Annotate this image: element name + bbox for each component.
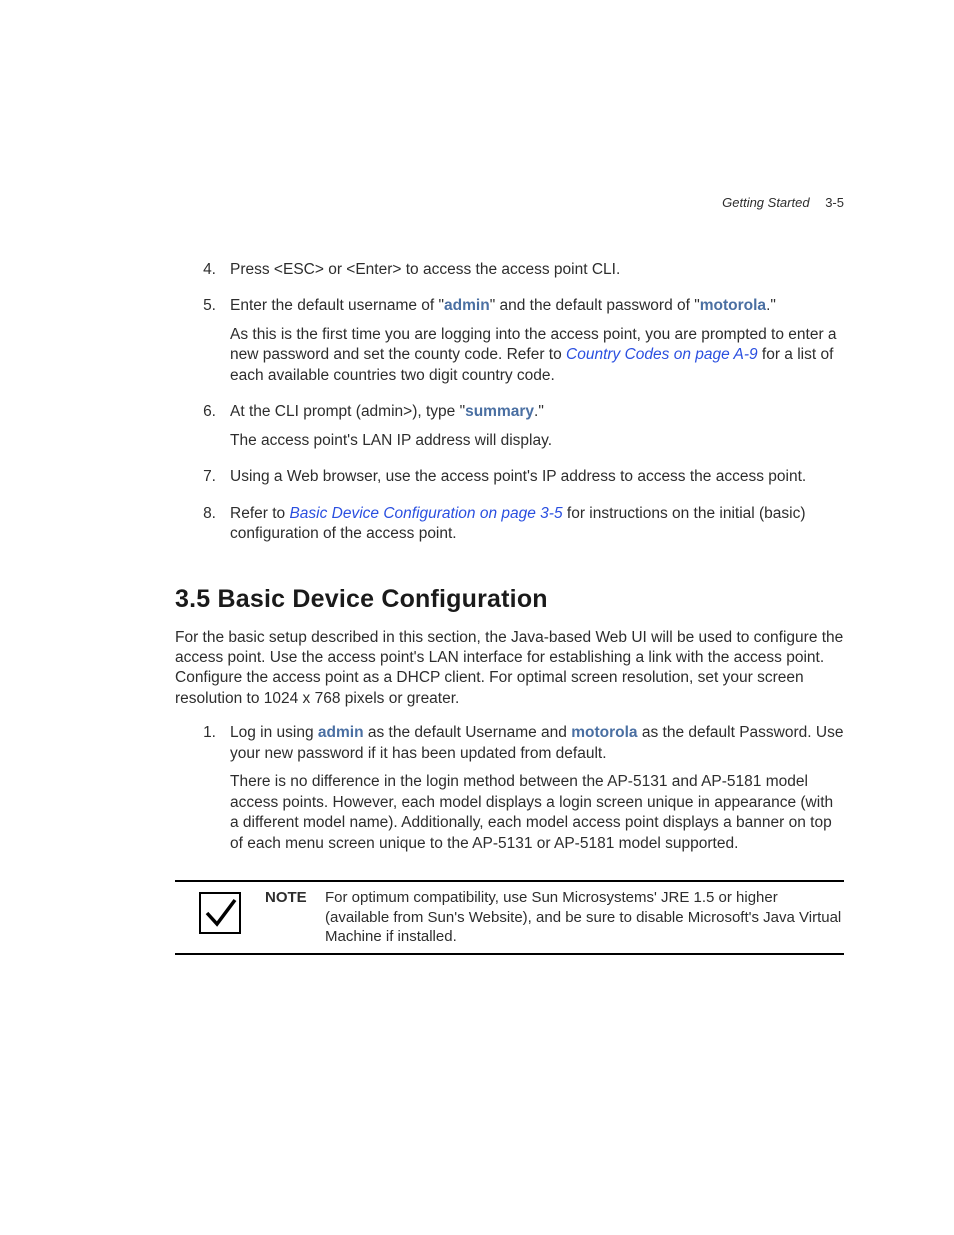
command-text: motorola [700,297,766,314]
list-item: 5.Enter the default username of "admin" … [175,296,844,394]
step-paragraph: There is no difference in the login meth… [230,772,844,854]
text-run: Press <ESC> or <Enter> to access the acc… [230,261,620,278]
note-text: For optimum compatibility, use Sun Micro… [325,886,844,947]
step-body: Enter the default username of "admin" an… [230,296,844,394]
step-paragraph: Refer to Basic Device Configuration on p… [230,504,844,545]
command-text: summary [465,403,534,420]
page-content: 4.Press <ESC> or <Enter> to access the a… [175,260,844,955]
text-run: Using a Web browser, use the access poin… [230,468,806,485]
step-number: 5. [175,296,230,394]
step-number: 7. [175,467,230,495]
page: Getting Started 3-5 4.Press <ESC> or <En… [0,0,954,1235]
text-run: Refer to [230,505,289,522]
checkmark-icon [199,892,241,934]
step-paragraph: As this is the first time you are loggin… [230,325,844,386]
text-run: ." [766,297,776,314]
step-paragraph: At the CLI prompt (admin>), type "summar… [230,402,844,422]
procedure-steps-continued: 4.Press <ESC> or <Enter> to access the a… [175,260,844,553]
text-run: Log in using [230,724,318,741]
step-number: 4. [175,260,230,288]
text-run: Enter the default username of " [230,297,444,314]
note-box: NOTE For optimum compatibility, use Sun … [175,880,844,955]
command-text: admin [318,724,364,741]
command-text: admin [444,297,490,314]
step-paragraph: Enter the default username of "admin" an… [230,296,844,316]
step-number: 8. [175,504,230,553]
step-paragraph: The access point's LAN IP address will d… [230,431,844,451]
text-run: At the CLI prompt (admin>), type " [230,403,465,420]
command-text: motorola [571,724,637,741]
step-paragraph: Using a Web browser, use the access poin… [230,467,844,487]
list-item: 8.Refer to Basic Device Configuration on… [175,504,844,553]
text-run: " and the default password of " [490,297,700,314]
text-run: There is no difference in the login meth… [230,773,833,851]
step-paragraph: Log in using admin as the default Userna… [230,723,844,764]
list-item: 6.At the CLI prompt (admin>), type "summ… [175,402,844,459]
step-body: Press <ESC> or <Enter> to access the acc… [230,260,844,288]
section-heading: 3.5 Basic Device Configuration [175,583,844,616]
header-section: Getting Started [722,195,809,210]
cross-reference-link[interactable]: Country Codes on page A-9 [566,346,758,363]
note-label: NOTE [265,886,325,908]
step-paragraph: Press <ESC> or <Enter> to access the acc… [230,260,844,280]
list-item: 7.Using a Web browser, use the access po… [175,467,844,495]
list-item: 4.Press <ESC> or <Enter> to access the a… [175,260,844,288]
step-number: 6. [175,402,230,459]
list-item: 1.Log in using admin as the default User… [175,723,844,862]
note-icon-cell [175,886,265,934]
intro-paragraph: For the basic setup described in this se… [175,628,844,710]
header-pagenum: 3-5 [825,195,844,210]
cross-reference-link[interactable]: Basic Device Configuration on page 3-5 [289,505,562,522]
step-body: Log in using admin as the default Userna… [230,723,844,862]
text-run: ." [534,403,544,420]
running-header: Getting Started 3-5 [722,195,844,210]
step-body: Using a Web browser, use the access poin… [230,467,844,495]
text-run: The access point's LAN IP address will d… [230,432,552,449]
step-body: Refer to Basic Device Configuration on p… [230,504,844,553]
step-body: At the CLI prompt (admin>), type "summar… [230,402,844,459]
step-number: 1. [175,723,230,862]
text-run: as the default Username and [364,724,572,741]
procedure-steps: 1.Log in using admin as the default User… [175,723,844,862]
